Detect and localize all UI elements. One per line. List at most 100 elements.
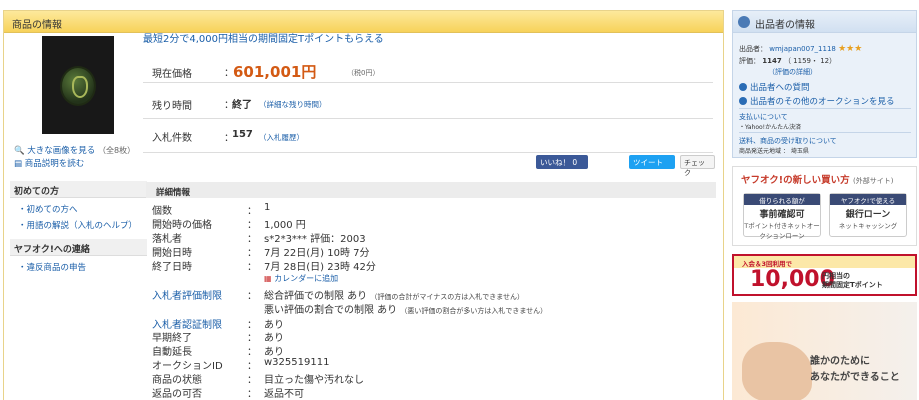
details-heading: 詳細情報 [146, 182, 716, 198]
star-badge-icon: ★★★ [838, 44, 863, 54]
other-auctions-label[interactable]: 出品者のその他のオークションを見る [750, 97, 895, 107]
arrow-icon [739, 83, 747, 91]
charity-ad[interactable]: 誰かのためにあなたができること [732, 302, 917, 400]
large-image-link[interactable]: 🔍 大きな画像を見る （全8枚） [14, 144, 135, 156]
seller-rating-row: 評価： 1147 （ 1159・ 12） [739, 56, 836, 66]
ad-title: ヤフオク!の新しい買い方 (外部サイト) [733, 167, 916, 187]
bids-row: 入札件数 ： 157 （入札履歴） [143, 119, 713, 153]
charity-text: 誰かのためにあなたができること [810, 354, 900, 386]
rating-detail-link[interactable]: （評価の詳細） [768, 67, 817, 77]
description-link[interactable]: ▤ 商品説明を読む [14, 157, 84, 169]
question-label[interactable]: 出品者への質問 [750, 83, 810, 93]
box1-sub: Tポイント付きネットオークションローン [744, 222, 820, 240]
bids-value: 157 [232, 129, 253, 140]
ad-title-note: (外部サイト) [852, 177, 894, 185]
box1-body: 事前確認可 [759, 210, 805, 220]
question-link[interactable]: 出品者への質問 [739, 81, 810, 93]
detail-key: 落札者 [152, 234, 182, 245]
other-auctions-link[interactable]: 出品者のその他のオークションを見る [739, 95, 895, 107]
seller-title: 出品者の情報 [755, 20, 815, 31]
user-icon [738, 16, 750, 28]
limit-value-1: 総合評価での制限 あり （評価の合計がマイナスの方は入札できません） [264, 287, 524, 302]
charity-line-1: 誰かのために [810, 356, 870, 367]
box2-body: 銀行ローン [845, 210, 891, 220]
like-button[interactable]: いいね！ 0 [536, 155, 588, 169]
price-row: 現在価格 ： 601,001円 （税0円） [143, 57, 713, 83]
detail-value: あり [264, 347, 284, 358]
box2-head: ヤフオク!で使える [830, 194, 906, 205]
rating-detail: （ 1159・ 12） [783, 57, 837, 65]
detail-value: 返品不可 [264, 389, 304, 400]
bid-history-link[interactable]: （入札履歴） [259, 132, 304, 143]
detail-key: 開始時の価格 [152, 220, 212, 231]
rating-label: 評価： [739, 57, 760, 65]
new-buy-method-ad[interactable]: ヤフオク!の新しい買い方 (外部サイト) 借りられる額が 事前確認可 Tポイント… [732, 166, 917, 246]
loan-box-1[interactable]: 借りられる額が 事前確認可 Tポイント付きネットオークションローン [743, 193, 821, 240]
charity-line-2: あなたができること [810, 372, 900, 383]
promo-link[interactable]: 最短2分で4,000円相当の期間固定Tポイントもらえる [143, 30, 384, 45]
seller-name-link[interactable]: wmjapan007_1118 [769, 45, 836, 53]
calendar-link[interactable]: ▦ カレンダーに追加 [264, 273, 338, 284]
seller-name-label: 出品者： [739, 45, 767, 53]
time-detail-link[interactable]: （詳細な残り時間） [259, 99, 327, 110]
calendar-label[interactable]: カレンダーに追加 [274, 274, 338, 283]
detail-key: 早期終了 [152, 333, 192, 344]
hands-image [742, 342, 812, 400]
ad2-yen: 円相当の 期間固定Tポイント [822, 272, 883, 290]
point-campaign-ad[interactable]: 入会＆3回利用で 10,000 円相当の 期間固定Tポイント [732, 254, 917, 296]
arrow-icon [739, 97, 747, 105]
detail-key: 個数 [152, 206, 172, 217]
payment-method: ・Yahoo!かんたん決済 [739, 124, 802, 131]
details-section: 詳細情報 個数： 1 開始時の価格： 1,000 円 落札者： s*2*3*** 評価… [146, 182, 716, 400]
box1-head: 借りられる額が [744, 194, 820, 205]
limit-2: 悪い評価の割合での制限 あり [264, 305, 398, 316]
detail-key: 商品の状態 [152, 375, 202, 386]
ad2-yen-2: 期間固定Tポイント [822, 281, 883, 289]
ship-origin: 商品発送元地域 ： 埼玉県 [739, 148, 809, 155]
calendar-icon: ▦ [264, 274, 272, 283]
detail-value: s*2*3*** 評価：2003 [264, 234, 366, 245]
first-time-link[interactable]: ・初めての方へ [10, 201, 147, 217]
detail-key: 自動延長 [152, 347, 192, 358]
detail-value: あり [264, 333, 284, 344]
detail-key: 終了日時 [152, 262, 192, 273]
time-row: 残り時間 ： 終了 （詳細な残り時間） [143, 83, 713, 119]
report-link[interactable]: ・違反商品の申告 [10, 259, 147, 275]
price-label: 現在価格 [152, 69, 192, 80]
detail-value: 1 [264, 202, 271, 213]
detail-value: 7月 22日(月) 10時 7分 [264, 248, 370, 259]
payment-link[interactable]: 支払いについて [739, 112, 788, 122]
seller-header: 出品者の情報 [733, 11, 916, 33]
box2-sub: ネットキャッシング [838, 222, 898, 230]
description-label[interactable]: 商品説明を読む [25, 159, 85, 169]
shipping-link[interactable]: 送料、商品の受け取りについて [739, 136, 837, 146]
limit-2-note: （悪い評価の割合が多い方は入札できません） [400, 307, 548, 315]
check-button[interactable]: チェック [680, 155, 715, 177]
item-image [60, 66, 96, 106]
ad-title-text: ヤフオク!の新しい買い方 [741, 175, 850, 186]
rating-value: 1147 [762, 57, 782, 65]
limit-label[interactable]: 入札者評価制限 [152, 287, 222, 302]
detail-key: 開始日時 [152, 248, 192, 259]
time-label: 残り時間 [152, 101, 192, 112]
detail-value: 1,000 円 [264, 220, 306, 231]
large-image-label[interactable]: 大きな画像を見る [27, 146, 95, 156]
item-thumbnail[interactable] [42, 36, 114, 134]
seller-panel: 出品者の情報 出品者： wmjapan007_1118 ★★★ 評価： 1147… [732, 10, 917, 158]
loan-box-2[interactable]: ヤフオク!で使える 銀行ローン ネットキャッシング [829, 193, 907, 237]
ad2-yen-1: 円相当の [822, 272, 850, 280]
detail-key: 返品の可否 [152, 389, 202, 400]
time-value: 終了 [232, 100, 252, 111]
first-time-heading: 初めての方 [10, 181, 147, 198]
image-count: （全8枚） [98, 146, 136, 155]
detail-key: オークションID [152, 361, 223, 372]
glossary-link[interactable]: ・用語の解説（入札のヘルプ） [10, 217, 147, 233]
seller-name-row: 出品者： wmjapan007_1118 ★★★ [739, 44, 862, 54]
detail-value: 7月 28日(日) 23時 42分 [264, 262, 376, 273]
left-sidebar: 初めての方 ・初めての方へ ・用語の解説（入札のヘルプ） ヤフオク!への連絡 ・… [10, 181, 147, 275]
detail-value: 目立った傷や汚れなし [264, 375, 364, 386]
contact-heading: ヤフオク!への連絡 [10, 239, 147, 256]
limit-value-2: 悪い評価の割合での制限 あり （悪い評価の割合が多い方は入札できません） [264, 301, 547, 316]
limit-1-note: （評価の合計がマイナスの方は入札できません） [370, 293, 525, 301]
tweet-button[interactable]: ツイート [629, 155, 675, 169]
